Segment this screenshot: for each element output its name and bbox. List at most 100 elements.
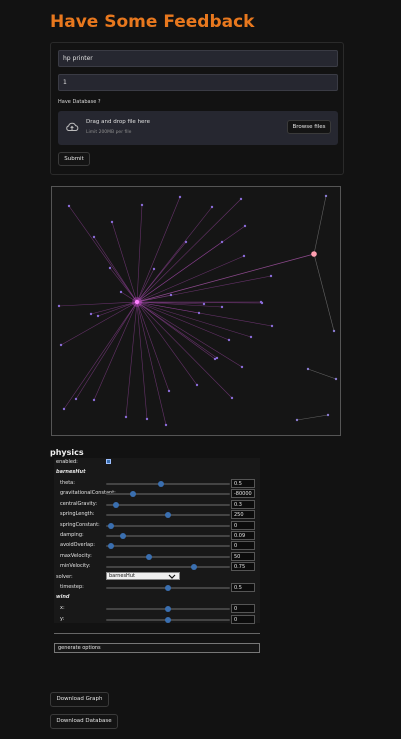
barneshut-label: barnesHut — [56, 469, 86, 475]
graph-node[interactable] — [59, 343, 63, 347]
timestep-slider[interactable] — [106, 585, 230, 591]
graph-node[interactable] — [270, 324, 274, 328]
wind-row-1-value[interactable]: 0 — [231, 614, 255, 624]
graph-node[interactable] — [164, 423, 168, 427]
enabled-checkbox[interactable] — [106, 459, 111, 464]
wind-row-0-value[interactable]: 0 — [231, 604, 255, 613]
graph-node[interactable] — [332, 329, 336, 333]
physics-row-0-slider[interactable] — [106, 481, 230, 487]
physics-row-4-slider-handle[interactable] — [108, 522, 114, 529]
graph-node[interactable] — [178, 195, 182, 199]
physics-row-3-value[interactable]: 250 — [231, 510, 255, 520]
submit-button[interactable]: Submit — [58, 152, 90, 166]
enabled-label: enabled: — [56, 459, 78, 465]
physics-row-8-value[interactable]: 0.75 — [231, 562, 255, 572]
graph-node[interactable] — [152, 267, 156, 271]
graph-node[interactable] — [74, 397, 78, 401]
graph-node[interactable] — [169, 293, 173, 297]
graph-node[interactable] — [67, 204, 71, 208]
solver-select[interactable]: barnesHut — [106, 572, 180, 580]
solver-value: barnesHut — [109, 573, 135, 579]
graph-node[interactable] — [140, 203, 144, 207]
graph-node[interactable] — [295, 418, 299, 422]
graph-node[interactable] — [202, 302, 206, 306]
chevron-down-icon — [168, 574, 176, 579]
graph-center-node[interactable] — [134, 299, 140, 305]
graph-node[interactable] — [210, 205, 214, 209]
network-canvas[interactable] — [52, 187, 340, 435]
graph-node[interactable] — [220, 240, 224, 244]
download-database-button[interactable]: Download Database — [50, 714, 118, 729]
download-graph-button[interactable]: Download Graph — [50, 692, 109, 707]
graph-node[interactable] — [167, 389, 171, 393]
physics-row-3-slider[interactable] — [106, 512, 230, 519]
physics-row-1-value[interactable]: -80000 — [231, 489, 255, 499]
physics-row-2-value[interactable]: 0.3 — [231, 499, 255, 509]
graph-edge — [75, 301, 138, 400]
graph-edge — [136, 301, 148, 420]
physics-row-5-value[interactable]: 0.09 — [231, 531, 255, 540]
physics-row-4-slider[interactable] — [106, 522, 230, 529]
graph-node[interactable] — [240, 365, 244, 369]
graph-edge — [63, 301, 138, 410]
page-title: Have Some Feedback — [50, 12, 255, 32]
graph-node[interactable] — [184, 240, 188, 244]
graph-node[interactable] — [195, 383, 199, 387]
count-input[interactable] — [58, 74, 338, 91]
graph-node[interactable] — [92, 398, 96, 402]
physics-row-7-label: maxVelocity: — [60, 552, 92, 559]
graph-node[interactable] — [334, 377, 338, 381]
physics-row-0-slider-handle[interactable] — [158, 481, 164, 487]
physics-row-8-slider[interactable] — [106, 564, 230, 571]
generate-options-button[interactable]: generate options — [54, 643, 260, 653]
physics-row-7-slider[interactable] — [106, 553, 230, 560]
graph-node[interactable] — [243, 224, 247, 228]
graph-node[interactable] — [89, 312, 93, 316]
browse-files-button[interactable]: Browse files — [287, 120, 331, 134]
graph-node[interactable] — [57, 304, 61, 308]
physics-row-4-value[interactable]: 0 — [231, 520, 255, 530]
graph-node[interactable] — [96, 314, 100, 318]
graph-node[interactable] — [260, 301, 264, 305]
timestep-slider-handle[interactable] — [165, 585, 171, 591]
graph-node[interactable] — [145, 417, 149, 421]
graph-node[interactable] — [124, 415, 128, 419]
graph-node[interactable] — [269, 274, 273, 278]
graph-node[interactable] — [92, 235, 96, 239]
graph-node[interactable] — [324, 194, 328, 198]
physics-row-7-value[interactable]: 50 — [231, 551, 255, 561]
wind-row-1-slider[interactable] — [106, 616, 230, 623]
graph-node[interactable] — [242, 254, 246, 258]
graph-node[interactable] — [239, 197, 243, 201]
graph-node[interactable] — [119, 290, 123, 294]
graph-node[interactable] — [215, 356, 219, 360]
graph-node[interactable] — [62, 407, 66, 411]
physics-row-2-slider[interactable] — [106, 501, 230, 508]
graph-node[interactable] — [197, 311, 201, 315]
physics-row-5-slider-handle[interactable] — [120, 533, 126, 539]
graph-node[interactable] — [230, 396, 234, 400]
physics-row-0-value[interactable]: 0.5 — [231, 479, 255, 488]
physics-row-5-slider[interactable] — [106, 533, 230, 539]
wind-row-1-slider-handle[interactable] — [165, 616, 171, 623]
file-dropzone[interactable]: Drag and drop file here Limit 200MB per … — [58, 111, 338, 145]
graph-node[interactable] — [110, 220, 114, 224]
timestep-value[interactable]: 0.5 — [231, 583, 255, 592]
graph-node[interactable] — [220, 305, 224, 309]
network-graph[interactable] — [51, 186, 341, 436]
wind-row-0-slider[interactable] — [106, 606, 230, 612]
graph-node[interactable] — [108, 266, 112, 270]
graph-node[interactable] — [249, 335, 253, 339]
graph-hub-node[interactable] — [311, 251, 317, 257]
wind-label: wind — [56, 594, 70, 600]
physics-row-7-slider-handle[interactable] — [146, 553, 152, 560]
physics-row-2-slider-handle[interactable] — [113, 501, 119, 508]
wind-row-0-slider-handle[interactable] — [165, 606, 171, 612]
graph-node[interactable] — [306, 367, 310, 371]
graph-node[interactable] — [227, 338, 231, 342]
graph-edge — [136, 198, 242, 303]
graph-edge — [136, 204, 143, 303]
physics-row-6-value[interactable]: 0 — [231, 541, 255, 551]
graph-node[interactable] — [326, 413, 330, 417]
product-input[interactable] — [58, 50, 338, 67]
